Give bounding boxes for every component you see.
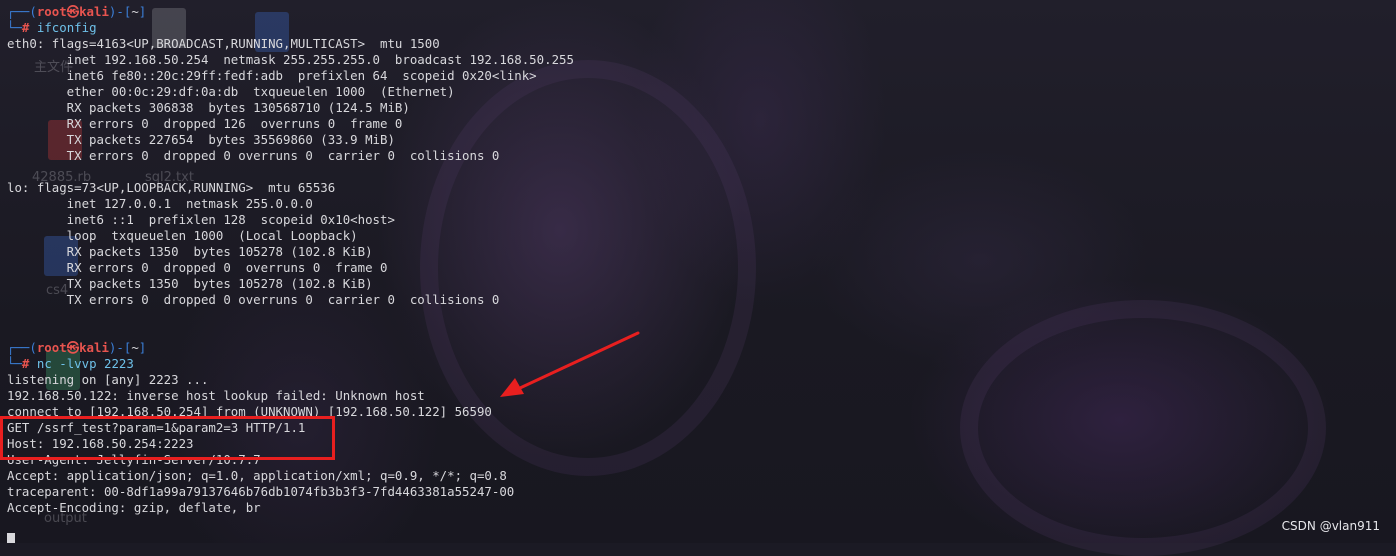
watermark-text: CSDN @vlan911 xyxy=(1281,519,1380,533)
annotation-arrow xyxy=(500,331,640,397)
